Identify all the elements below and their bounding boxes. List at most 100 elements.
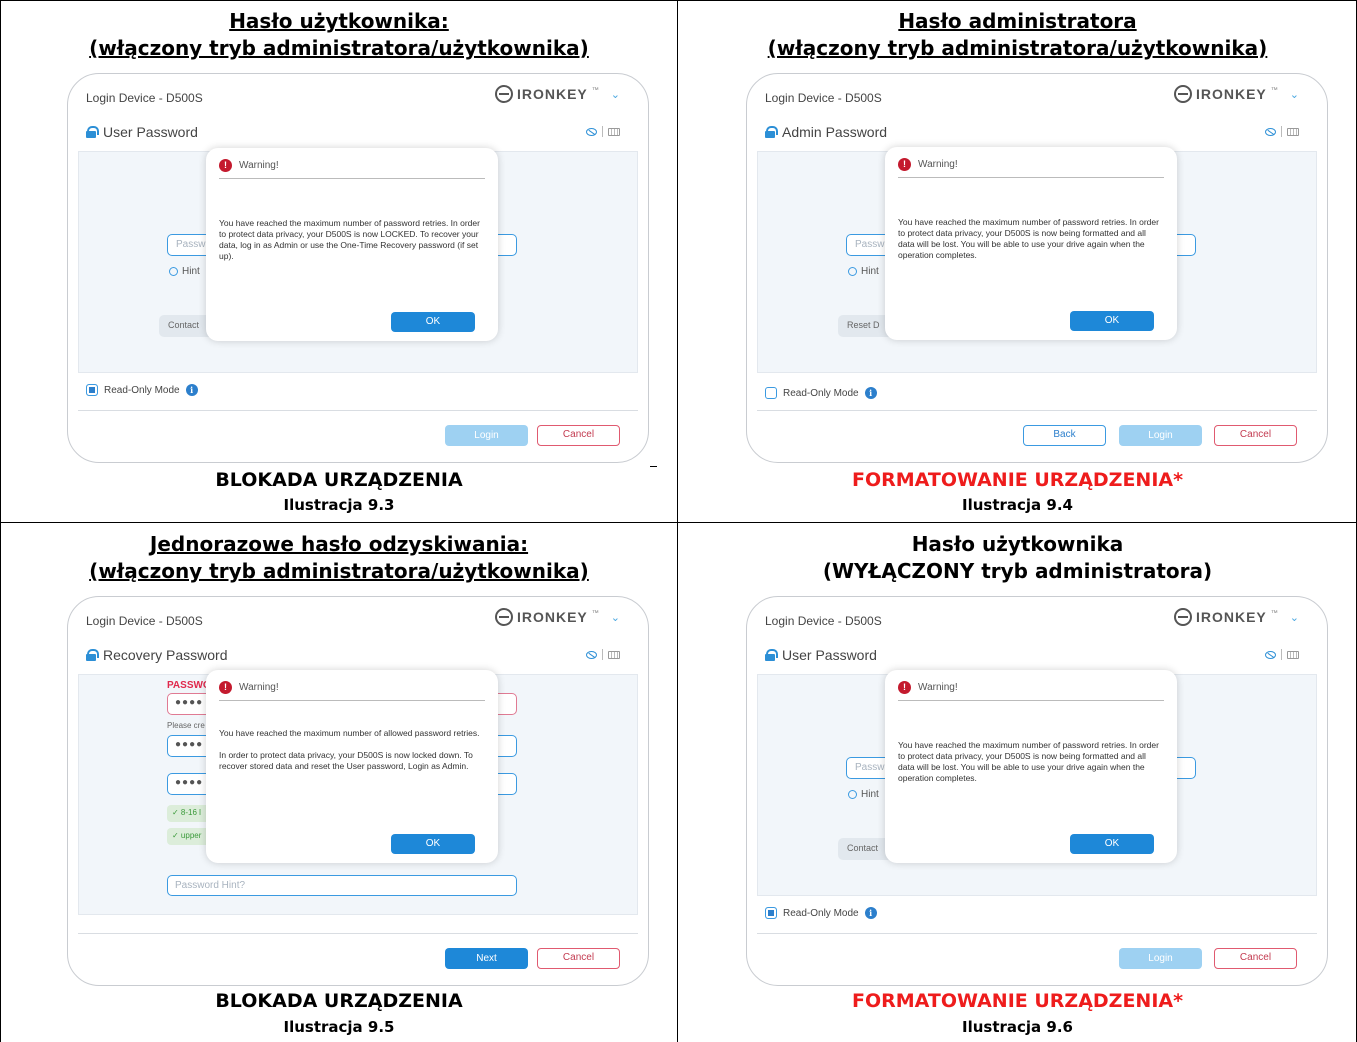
password-title-label: User Password [103, 124, 198, 140]
read-only-mode[interactable]: Read-Only Mode i [86, 384, 198, 396]
warning-divider [898, 177, 1164, 178]
chevron-down-icon[interactable]: ⌄ [611, 611, 620, 624]
password-hint-input[interactable]: Password Hint? [167, 875, 517, 896]
status-caption: FORMATOWANIE URZĄDZENIA* [851, 469, 1184, 491]
figure-caption: Ilustracja 9.3 [283, 496, 395, 514]
cancel-button[interactable]: Cancel [1214, 425, 1297, 446]
password-title: Recovery Password [86, 647, 228, 663]
top-icons [586, 126, 620, 137]
eye-icon[interactable] [586, 127, 597, 136]
read-only-mode[interactable]: Read-Only Mode i [765, 907, 877, 919]
figure-caption: Ilustracja 9.5 [283, 1018, 395, 1036]
read-only-checkbox[interactable] [86, 384, 98, 396]
warning-icon: ! [898, 158, 911, 171]
icon-separator [602, 126, 603, 137]
lock-icon [86, 649, 99, 661]
chevron-down-icon[interactable]: ⌄ [1290, 88, 1299, 101]
icon-separator [602, 649, 603, 660]
cancel-button[interactable]: Cancel [537, 425, 620, 446]
app-window: Login Device - D500S IRONKEY ™ ⌄ Recover… [67, 596, 649, 986]
keyboard-icon[interactable] [608, 650, 620, 659]
hint-label: Hint [861, 266, 879, 277]
read-only-label: Read-Only Mode [104, 384, 180, 396]
warning-message: You have reached the maximum number of a… [219, 728, 480, 771]
warning-icon: ! [219, 159, 232, 172]
hint-option[interactable]: Hint [848, 266, 879, 277]
password-title-label: User Password [782, 647, 877, 663]
warning-divider [898, 700, 1164, 701]
app-window: Login Device - D500S IRONKEY ™ ⌄ User Pa… [67, 73, 649, 463]
ironkey-logo: IRONKEY ™ ⌄ [494, 85, 620, 103]
ironkey-logo-icon [1173, 85, 1192, 103]
figure-caption: Ilustracja 9.6 [962, 1018, 1073, 1036]
warning-dialog: ! Warning! You have reached the maximum … [885, 147, 1177, 340]
password-title-label: Admin Password [782, 124, 888, 140]
keyboard-icon[interactable] [1287, 650, 1299, 659]
ok-button[interactable]: OK [391, 312, 475, 332]
next-button[interactable]: Next [445, 948, 528, 969]
hint-option[interactable]: Hint [169, 266, 200, 277]
footer-divider [757, 933, 1317, 934]
hint-option[interactable]: Hint [848, 789, 879, 800]
chevron-down-icon[interactable]: ⌄ [611, 88, 620, 101]
warning-dialog: ! Warning! You have reached the maximum … [206, 148, 498, 341]
read-only-mode[interactable]: Read-Only Mode i [765, 387, 877, 399]
figure-caption: Ilustracja 9.4 [962, 496, 1073, 514]
login-button[interactable]: Login [1119, 425, 1202, 446]
cancel-button[interactable]: Cancel [537, 948, 620, 969]
stray-dash [650, 466, 657, 467]
warning-icon: ! [219, 681, 232, 694]
ok-button[interactable]: OK [1070, 834, 1154, 854]
warning-title: Warning! [239, 682, 279, 693]
password-title: User Password [765, 647, 877, 663]
panel-heading-line2: (włączony tryb administratora/użytkownik… [89, 559, 589, 583]
info-icon[interactable]: i [185, 384, 198, 396]
panel-heading-line1: Hasło użytkownika: [229, 9, 449, 33]
panel-heading-line2: (włączony tryb administratora/użytkownik… [767, 36, 1268, 60]
trademark-icon: ™ [591, 86, 599, 94]
warning-icon: ! [898, 681, 911, 694]
ok-button[interactable]: OK [391, 834, 475, 854]
status-caption: BLOKADA URZĄDZENIA [215, 469, 463, 491]
panel-heading-line2: (włączony tryb administratora/użytkownik… [89, 36, 589, 60]
chevron-down-icon[interactable]: ⌄ [1290, 611, 1299, 624]
eye-icon[interactable] [1265, 127, 1276, 136]
read-only-label: Read-Only Mode [783, 387, 859, 399]
ironkey-logo: IRONKEY ™ ⌄ [1173, 608, 1299, 626]
panel-user-password-admin-enabled: Hasło użytkownika: (włączony tryb admini… [0, 0, 678, 523]
trademark-icon: ™ [1270, 86, 1278, 94]
keyboard-icon[interactable] [608, 127, 620, 136]
ironkey-logo-text: IRONKEY [1195, 86, 1267, 102]
login-button[interactable]: Login [1119, 948, 1202, 969]
warning-title: Warning! [239, 160, 279, 171]
ironkey-logo-text: IRONKEY [1195, 609, 1267, 625]
ironkey-logo: IRONKEY ™ ⌄ [1173, 85, 1299, 103]
footer-divider [78, 933, 638, 934]
window-title: Login Device - D500S [765, 614, 882, 628]
ironkey-logo-icon [1173, 608, 1192, 626]
radio-icon [848, 267, 857, 276]
eye-icon[interactable] [1265, 650, 1276, 659]
warning-header: ! Warning! [219, 159, 279, 172]
panel-user-password-admin-disabled: Hasło użytkownika (WYŁĄCZONY tryb admini… [678, 523, 1357, 1042]
eye-icon[interactable] [586, 650, 597, 659]
hint-label: Hint [861, 789, 879, 800]
info-icon[interactable]: i [864, 387, 877, 399]
keyboard-icon[interactable] [1287, 127, 1299, 136]
warning-divider [219, 700, 485, 701]
panel-heading-line1: Hasło administratora [898, 9, 1137, 33]
read-only-checkbox[interactable] [765, 387, 777, 399]
read-only-checkbox[interactable] [765, 907, 777, 919]
icon-separator [1281, 649, 1282, 660]
ironkey-logo: IRONKEY ™ ⌄ [494, 608, 620, 626]
info-icon[interactable]: i [864, 907, 877, 919]
cancel-button[interactable]: Cancel [1214, 948, 1297, 969]
lock-icon [765, 649, 778, 661]
window-title: Login Device - D500S [86, 614, 203, 628]
app-window: Login Device - D500S IRONKEY ™ ⌄ Admin P… [746, 73, 1328, 463]
back-button[interactable]: Back [1023, 425, 1106, 446]
login-button[interactable]: Login [445, 425, 528, 446]
ok-button[interactable]: OK [1070, 311, 1154, 331]
panel-recovery-password: Jednorazowe hasło odzyskiwania: (włączon… [0, 523, 678, 1042]
footer-divider [78, 410, 638, 411]
